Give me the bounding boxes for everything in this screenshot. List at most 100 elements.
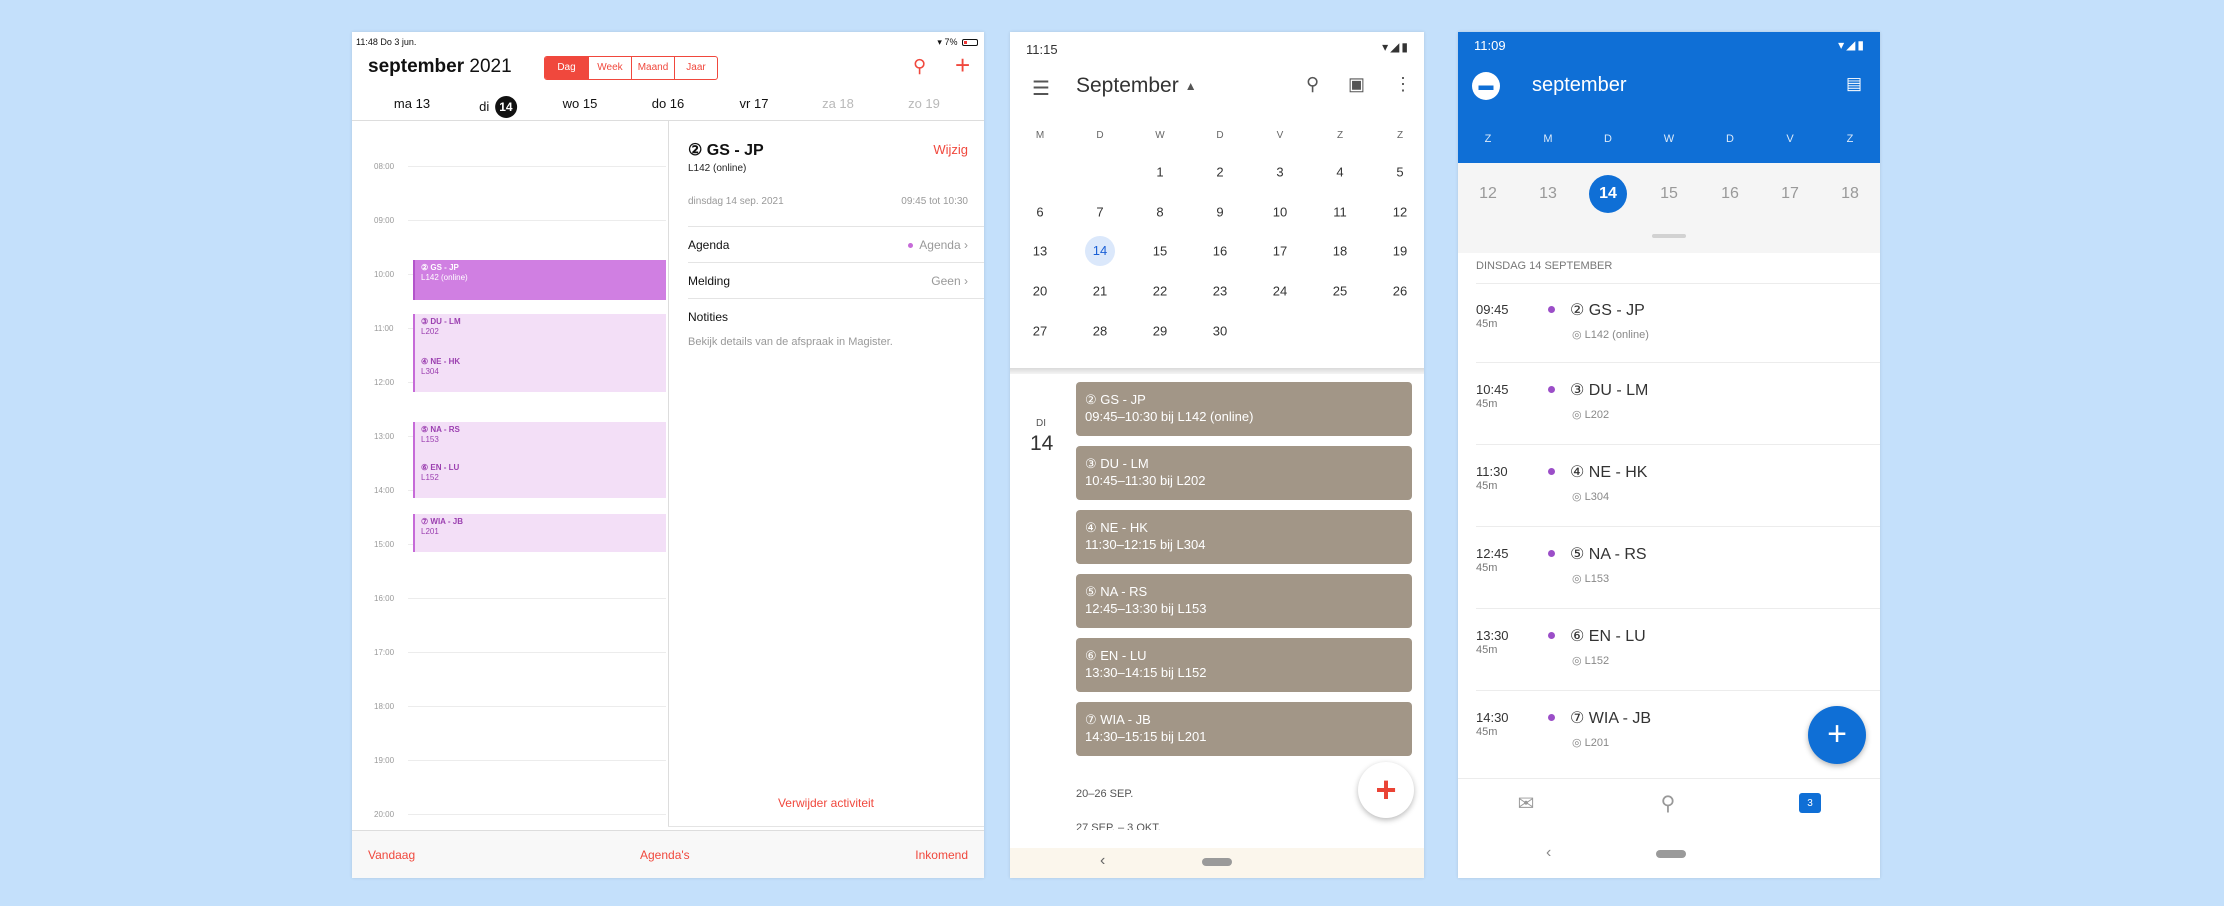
date-cell[interactable]: 21 (1093, 284, 1107, 299)
date-cell[interactable]: 13 (1033, 244, 1047, 259)
status-bar-icons: ▾ 7% (937, 37, 978, 48)
view-switch-icon[interactable]: ▤ (1846, 74, 1862, 94)
inbox-button[interactable]: Inkomend (915, 848, 968, 862)
melding-row-value[interactable]: Geen › (931, 274, 968, 288)
date-cell[interactable]: 23 (1213, 284, 1227, 299)
schedule-event[interactable]: ⑦ WIA - JB 14:30–15:15 bij L201 (1076, 702, 1412, 756)
date-cell[interactable]: 18 (1841, 185, 1859, 203)
date-cell[interactable]: 7 (1096, 205, 1103, 220)
day-fri[interactable]: vr 17 (740, 96, 769, 111)
schedule-event[interactable]: ③ DU - LM 10:45–11:30 bij L202 (1076, 446, 1412, 500)
date-cell[interactable]: 16 (1213, 244, 1227, 259)
status-bar-time: 11:48 Do 3 jun. (356, 37, 417, 47)
date-cell[interactable]: 2 (1216, 165, 1223, 180)
segment-month[interactable]: Maand (631, 57, 674, 79)
search-icon[interactable]: ⚲ (1661, 791, 1676, 816)
status-bar-icons: ▾◢▮ (1838, 38, 1866, 52)
date-cell[interactable]: 4 (1336, 165, 1343, 180)
date-cell[interactable]: 25 (1333, 284, 1347, 299)
date-cell-today[interactable]: 14 (1085, 236, 1115, 266)
home-pill[interactable] (1202, 858, 1232, 866)
date-cell[interactable]: 22 (1153, 284, 1167, 299)
date-cell[interactable]: 18 (1333, 244, 1347, 259)
day-sun[interactable]: zo 19 (908, 96, 940, 111)
agenda-row-value[interactable]: Agenda › (908, 238, 968, 252)
date-cell[interactable]: 29 (1153, 324, 1167, 339)
back-icon[interactable]: ‹ (1546, 844, 1551, 862)
date-cell[interactable]: 15 (1153, 244, 1167, 259)
date-cell-selected[interactable]: 14 (1589, 175, 1627, 213)
date-cell[interactable]: 12 (1393, 205, 1407, 220)
back-icon[interactable]: ‹ (1100, 852, 1105, 870)
android-nav-bar: ‹ (1458, 828, 1880, 878)
event-duration: 45m (1476, 318, 1498, 330)
agendas-button[interactable]: Agenda's (640, 848, 690, 862)
date-cell[interactable]: 28 (1093, 324, 1107, 339)
date-cell[interactable]: 15 (1660, 185, 1678, 203)
schedule-event[interactable]: ⑥ EN - LU 13:30–14:15 bij L152 (1076, 638, 1412, 692)
date-cell[interactable]: 19 (1393, 244, 1407, 259)
day-thu[interactable]: do 16 (652, 96, 685, 111)
add-event-fab[interactable]: + (1358, 762, 1414, 818)
add-event-icon[interactable]: + (955, 50, 970, 81)
day-mon[interactable]: ma 13 (394, 96, 430, 111)
date-cell[interactable]: 20 (1033, 284, 1047, 299)
today-button[interactable]: Vandaag (368, 848, 415, 862)
day-wed[interactable]: wo 15 (563, 96, 598, 111)
mail-icon[interactable]: ✉ (1518, 791, 1535, 816)
schedule-event[interactable]: ② GS - JP 09:45–10:30 bij L142 (online) (1076, 382, 1412, 436)
add-event-fab[interactable]: + (1808, 706, 1866, 764)
date-cell[interactable]: 8 (1156, 205, 1163, 220)
edit-button[interactable]: Wijzig (933, 142, 968, 157)
drag-handle[interactable] (1652, 234, 1686, 238)
event-block[interactable]: ③ DU - LM L202 (413, 314, 666, 354)
calendar-today-icon[interactable]: ▣ (1348, 74, 1365, 95)
date-cell[interactable]: 16 (1721, 185, 1739, 203)
event-block[interactable]: ⑦ WIA - JB L201 (413, 514, 666, 552)
month-selector[interactable]: September ▲ (1076, 74, 1197, 98)
segment-year[interactable]: Jaar (674, 57, 717, 79)
date-cell[interactable]: 24 (1273, 284, 1287, 299)
event-block[interactable]: ④ NE - HK L304 (413, 354, 666, 392)
date-cell[interactable]: 3 (1276, 165, 1283, 180)
menu-icon[interactable]: ☰ (1032, 76, 1050, 101)
day-tue[interactable]: di 14 (479, 96, 517, 118)
event-block[interactable]: ⑥ EN - LU L152 (413, 460, 666, 498)
date-cell[interactable]: 9 (1216, 205, 1223, 220)
melding-row-label: Melding (688, 274, 731, 288)
event-block[interactable]: ⑤ NA - RS L153 (413, 422, 666, 460)
more-vert-icon[interactable]: ⋮ (1394, 74, 1412, 95)
calendar-tab-icon[interactable]: 3 (1799, 793, 1821, 813)
date-cell[interactable]: 17 (1273, 244, 1287, 259)
search-icon[interactable]: ⚲ (913, 56, 926, 77)
day-label: zo 19 (908, 96, 940, 111)
event-time: 12:45 (1476, 546, 1509, 561)
segment-week[interactable]: Week (588, 57, 631, 79)
date-cell[interactable]: 12 (1479, 185, 1497, 203)
date-cell[interactable]: 11 (1333, 205, 1347, 220)
date-cell[interactable]: 1 (1156, 165, 1163, 180)
event-title: ⑦ WIA - JB (421, 517, 463, 526)
weekday-header: D (1096, 130, 1104, 141)
schedule-event[interactable]: ④ NE - HK 11:30–12:15 bij L304 (1076, 510, 1412, 564)
account-avatar-icon[interactable]: ▬ (1472, 72, 1500, 100)
date-cell[interactable]: 5 (1396, 165, 1403, 180)
search-icon[interactable]: ⚲ (1306, 74, 1319, 95)
event-duration: 45m (1476, 480, 1498, 492)
month-title[interactable]: september (1532, 74, 1627, 97)
view-segmented-control: Dag Week Maand Jaar (544, 56, 718, 80)
home-pill[interactable] (1656, 850, 1686, 858)
date-cell[interactable]: 10 (1273, 205, 1287, 220)
segment-day[interactable]: Dag (545, 57, 588, 79)
schedule-event[interactable]: ⑤ NA - RS 12:45–13:30 bij L153 (1076, 574, 1412, 628)
date-cell[interactable]: 6 (1036, 205, 1043, 220)
date-cell[interactable]: 27 (1033, 324, 1047, 339)
date-cell[interactable]: 13 (1539, 185, 1557, 203)
date-cell[interactable]: 17 (1781, 185, 1799, 203)
delete-event-button[interactable]: Verwijder activiteit (668, 796, 984, 810)
date-cell[interactable]: 30 (1213, 324, 1227, 339)
date-cell[interactable]: 26 (1393, 284, 1407, 299)
event-block-selected[interactable]: ② GS - JP L142 (online) (413, 260, 666, 300)
row-divider (688, 298, 984, 299)
day-sat[interactable]: za 18 (822, 96, 854, 111)
